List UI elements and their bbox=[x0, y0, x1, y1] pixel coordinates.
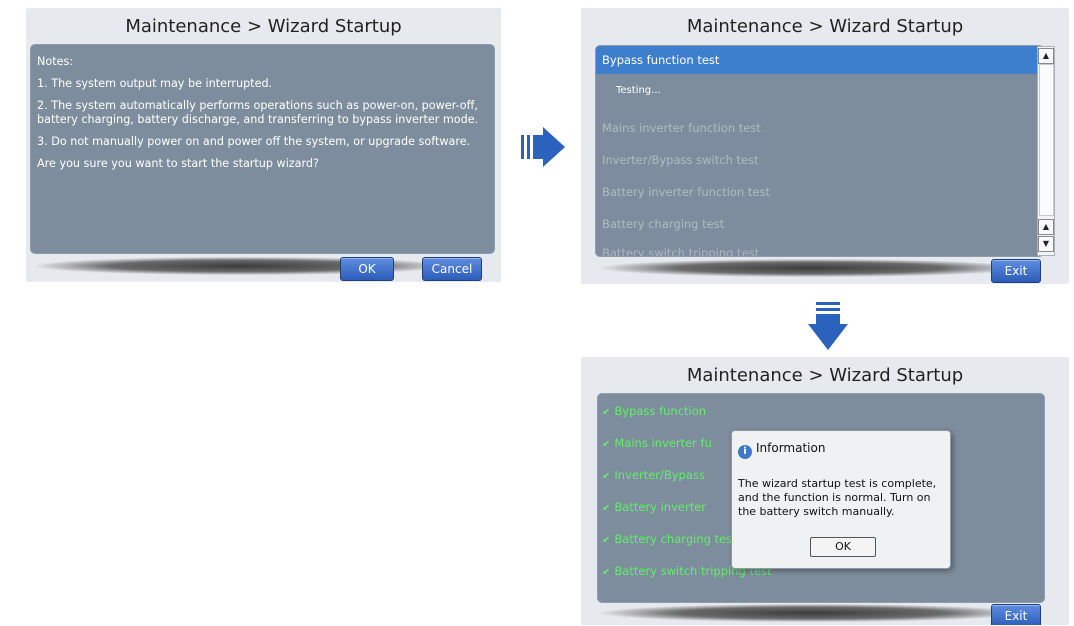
footer-shadow bbox=[601, 259, 1021, 277]
page-title: Maintenance > Wizard Startup bbox=[686, 365, 964, 386]
test-item-battery-inverter[interactable]: Battery inverter function test bbox=[602, 185, 770, 199]
result-label: Battery charging test bbox=[614, 532, 737, 546]
test-list: Bypass function test Testing... Mains in… bbox=[595, 45, 1044, 257]
test-item-battery-charging[interactable]: Battery charging test bbox=[602, 217, 724, 231]
exit-button[interactable]: Exit bbox=[991, 259, 1041, 283]
scroll-up-icon[interactable]: ▲ bbox=[1038, 219, 1054, 235]
dialog-title-text: Information bbox=[756, 441, 826, 455]
result-label: Mains inverter fu bbox=[614, 436, 712, 450]
result-label: Bypass function bbox=[614, 404, 707, 418]
check-icon: ✔ bbox=[602, 471, 611, 482]
footer-shadow bbox=[601, 604, 1021, 622]
test-item-bypass[interactable]: Bypass function test bbox=[596, 46, 1043, 74]
ok-button[interactable]: OK bbox=[340, 257, 394, 281]
information-dialog: i Information The wizard startup test is … bbox=[731, 430, 951, 569]
note-1: 1. The system output may be interrupted. bbox=[37, 77, 273, 90]
test-item-battery-switch[interactable]: Battery switch tripping test bbox=[602, 246, 759, 256]
page-title: Maintenance > Wizard Startup bbox=[125, 16, 402, 37]
scroll-down-icon[interactable]: ▼ bbox=[1038, 236, 1054, 252]
test-item-mains-inverter[interactable]: Mains inverter function test bbox=[602, 121, 761, 135]
result-item-bypass: ✔ Bypass function bbox=[602, 404, 706, 418]
test-item-inverter-bypass[interactable]: Inverter/Bypass switch test bbox=[602, 153, 759, 167]
notes-heading: Notes: bbox=[37, 55, 74, 68]
check-icon: ✔ bbox=[602, 503, 611, 514]
confirm-screen: Maintenance > Wizard Startup Notes: 1. T… bbox=[26, 8, 501, 282]
result-list: ✔ Bypass function ✔ Mains inverter fu ✔ Inv… bbox=[597, 393, 1045, 603]
dialog-ok-button[interactable]: OK bbox=[810, 537, 876, 557]
result-screen: Maintenance > Wizard Startup ✔ Bypass fun… bbox=[581, 357, 1069, 625]
check-icon: ✔ bbox=[602, 567, 611, 578]
dialog-title: i Information bbox=[738, 441, 825, 459]
notes-panel: Notes: 1. The system output may be inter… bbox=[30, 44, 495, 254]
page-title: Maintenance > Wizard Startup bbox=[686, 16, 964, 37]
exit-button[interactable]: Exit bbox=[991, 604, 1041, 625]
confirm-question: Are you sure you want to start the start… bbox=[37, 157, 319, 170]
result-item-mains-inverter: ✔ Mains inverter fu bbox=[602, 436, 712, 450]
testing-status: Testing... bbox=[616, 85, 661, 96]
note-2: 2. The system automatically performs ope… bbox=[37, 99, 479, 126]
scroll-up-icon[interactable]: ▲ bbox=[1038, 48, 1054, 64]
arrow-right-icon bbox=[521, 127, 565, 167]
result-item-inverter-bypass: ✔ Inverter/Bypass bbox=[602, 468, 705, 482]
testing-screen: Maintenance > Wizard Startup Bypass func… bbox=[581, 8, 1069, 284]
result-item-battery-inverter: ✔ Battery inverter bbox=[602, 500, 706, 514]
result-label: Battery inverter bbox=[614, 500, 707, 514]
info-icon: i bbox=[738, 445, 752, 459]
notes-text: Notes: 1. The system output may be inter… bbox=[37, 55, 492, 179]
scrollbar[interactable]: ▲ ▲ ▼ bbox=[1037, 46, 1055, 256]
result-item-battery-charging: ✔ Battery charging test bbox=[602, 532, 737, 546]
dialog-message: The wizard startup test is complete, and… bbox=[738, 477, 937, 518]
check-icon: ✔ bbox=[602, 407, 611, 418]
check-icon: ✔ bbox=[602, 535, 611, 546]
arrow-down-icon bbox=[808, 302, 848, 350]
check-icon: ✔ bbox=[602, 439, 611, 450]
cancel-button[interactable]: Cancel bbox=[422, 257, 482, 281]
note-3: 3. Do not manually power on and power of… bbox=[37, 135, 471, 148]
scroll-thumb[interactable] bbox=[1039, 64, 1054, 216]
result-label: Inverter/Bypass bbox=[614, 468, 705, 482]
